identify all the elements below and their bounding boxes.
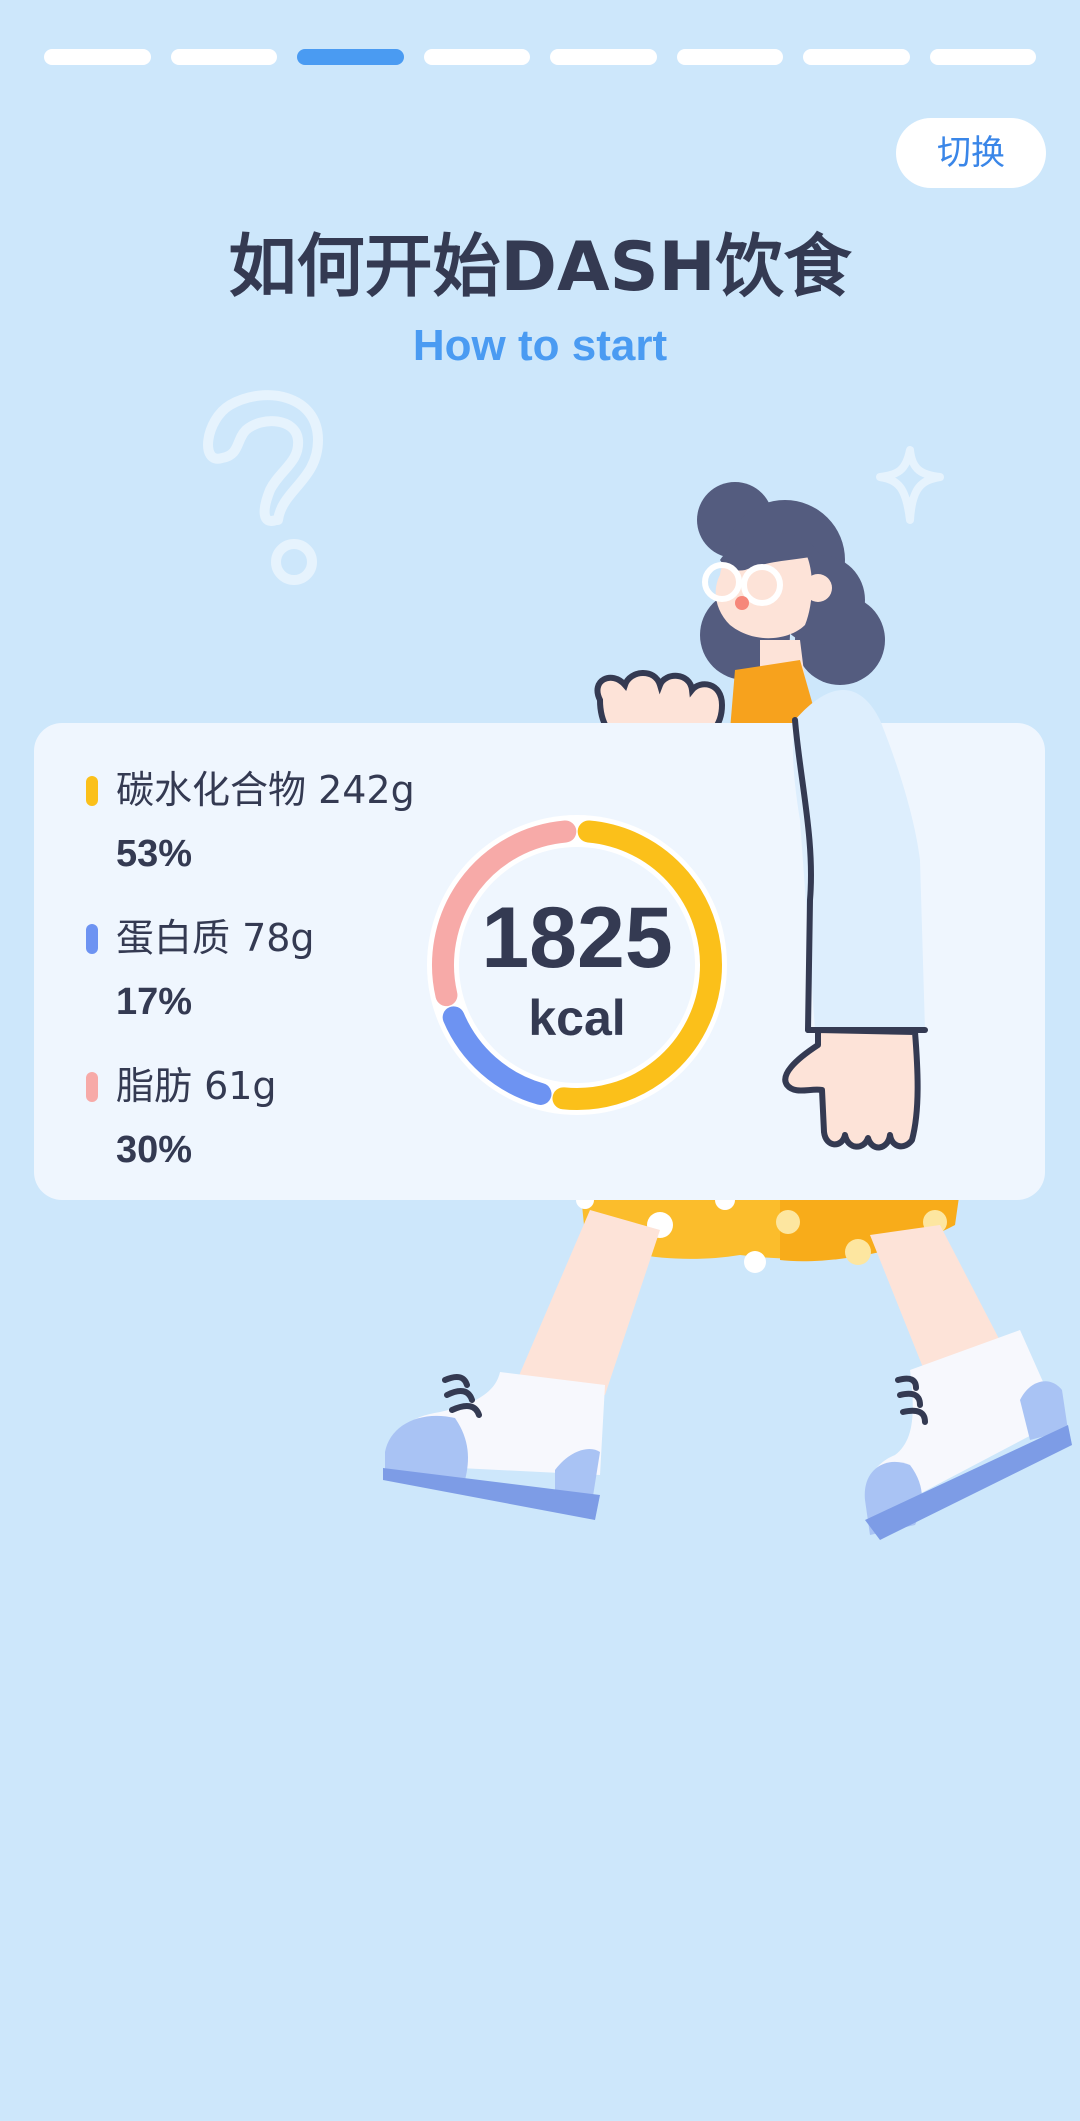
carbs-color-dot	[86, 776, 98, 806]
sparkle-star-icon	[876, 446, 944, 524]
calorie-unit: kcal	[528, 990, 626, 1046]
calorie-value: 1825	[481, 890, 673, 986]
protein-percent: 17%	[116, 981, 193, 1023]
carbs-percent: 53%	[116, 833, 193, 875]
fat-color-dot	[86, 1072, 98, 1102]
protein-color-dot	[86, 924, 98, 954]
fat-percent: 30%	[116, 1129, 193, 1171]
question-mark-decoration-icon	[203, 390, 323, 585]
protein-label: 蛋白质 78g	[116, 916, 315, 960]
carbs-label: 碳水化合物 242g	[116, 768, 415, 812]
fat-label: 脂肪 61g	[116, 1064, 277, 1108]
